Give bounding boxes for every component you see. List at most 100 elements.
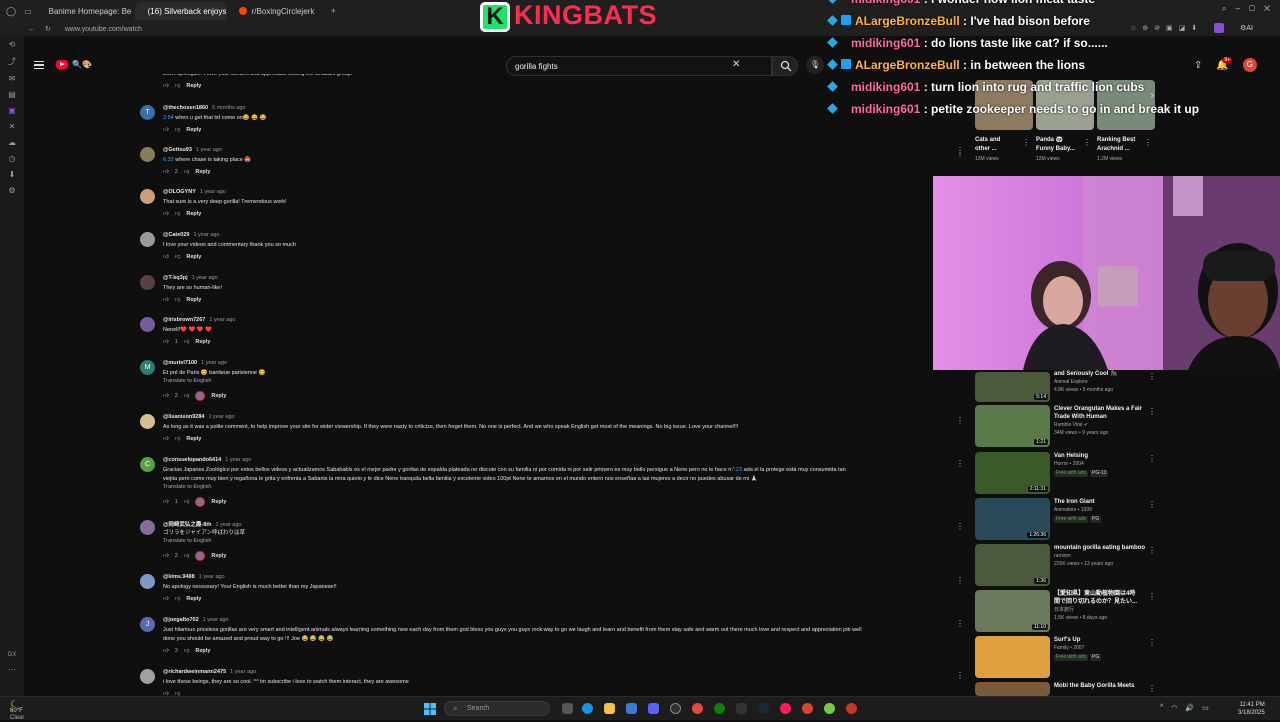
hamburger-menu-icon[interactable] [34,61,44,69]
like-icon[interactable]: 👍︎ [163,339,169,345]
avatar[interactable] [140,275,155,290]
app-icon[interactable] [802,703,813,714]
video-title-line2[interactable]: other ... [975,145,997,153]
search-button[interactable] [772,56,798,76]
reply-button[interactable]: Reply [195,169,210,175]
discord-icon[interactable] [648,703,659,714]
url-field[interactable]: www.youtube.com/watch [65,26,142,33]
reply-button[interactable]: Reply [186,83,201,89]
video-thumbnail[interactable]: 1:36 [975,544,1050,586]
app-icon[interactable] [846,703,857,714]
video-menu-icon[interactable]: ⋮ [1148,546,1156,555]
video-menu-icon[interactable]: ⋮ [1144,138,1152,147]
video-thumbnail[interactable] [975,636,1050,678]
reply-button[interactable]: Reply [186,211,201,217]
comment-author[interactable]: @岡崎武弘之趣-8th [163,522,211,528]
file-explorer-icon[interactable] [604,703,615,714]
new-tab-button[interactable]: + [331,6,336,16]
sidebar-history-icon[interactable]: ⟲ [9,40,16,49]
tab-banime[interactable]: Banime Homepage: Best ... [36,2,131,20]
reply-button[interactable]: Reply [211,499,226,505]
avatar[interactable] [140,669,155,684]
comment-time[interactable]: 1 year ago [193,232,219,238]
comment-author[interactable]: @lisanison9284 [163,414,204,420]
video-title[interactable]: Surf's Up [1054,636,1080,644]
sidebar-bookmarks-icon[interactable]: ⤴ [8,56,16,67]
reply-button[interactable]: Reply [186,596,201,602]
dislike-icon[interactable]: 👎︎ [175,254,181,260]
dislike-icon[interactable]: 👎︎ [184,393,190,399]
like-icon[interactable]: 👍︎ [163,499,169,505]
comment-author[interactable]: @muriel7100 [163,360,197,366]
video-menu-icon[interactable]: ⋮ [1148,372,1156,381]
video-menu-icon[interactable]: ⋮ [956,146,964,155]
dislike-icon[interactable]: 👎︎ [175,596,181,602]
avatar[interactable] [140,520,155,535]
video-title[interactable]: mountain gorilla eating bamboo [1054,544,1145,552]
comment-author[interactable]: @richardweinmann2475 [163,669,226,675]
start-button[interactable] [424,702,436,715]
video-title[interactable]: The Iron Giant [1054,498,1095,506]
video-menu-icon[interactable]: ⋮ [1148,592,1156,601]
opera-gx-icon[interactable] [780,703,791,714]
video-thumbnail[interactable]: 1:21 [975,405,1050,447]
video-menu-icon[interactable]: ⋮ [1148,638,1156,647]
edge-icon[interactable] [582,703,593,714]
channel-name[interactable]: 日本旅行 [1054,607,1074,614]
steam-icon[interactable] [758,703,769,714]
reply-button[interactable]: Reply [211,553,226,559]
avatar[interactable]: G [1242,58,1257,72]
reply-button[interactable]: Reply [186,254,201,260]
reply-button[interactable]: Reply [186,436,201,442]
tray-chevron-icon[interactable]: ^ [1160,704,1163,712]
dislike-icon[interactable]: 👎︎ [175,83,181,89]
translate-link[interactable]: Translate to English [163,538,211,544]
sidebar-clock-icon[interactable]: ◷ [9,154,16,163]
video-title-line2[interactable]: Funny Baby... [1036,145,1075,153]
comment-author[interactable]: @irisbrown7267 [163,317,205,323]
comment-time[interactable]: 1 year ago [209,317,235,323]
avatar[interactable] [140,189,155,204]
comment-menu-icon[interactable]: ⋮ [956,576,964,585]
comment-time[interactable]: 1 year ago [192,275,218,281]
comment-author[interactable]: @kims.9488 [163,574,195,580]
channel-name[interactable]: Animal Explore [1054,379,1088,386]
comment-time[interactable]: 1 year ago [200,189,226,195]
comment-time[interactable]: 5 months ago [212,105,245,111]
sidebar-messenger-icon[interactable]: ✉ [9,74,16,83]
video-menu-icon[interactable]: ⋮ [1148,454,1156,463]
like-icon[interactable]: 👍︎ [163,648,169,654]
comment-menu-icon[interactable]: ⋮ [956,522,964,531]
channel-name[interactable]: Rumble Viral ✔ [1054,422,1088,429]
tab-youtube[interactable]: (16) Silverback enjoys be... [134,2,227,20]
chrome-icon[interactable] [692,703,703,714]
logo-doodle-icon[interactable]: 🔍🎨 [72,60,92,69]
translate-link[interactable]: Translate to English [163,484,211,490]
wifi-icon[interactable]: ◠ [1171,704,1177,712]
channel-name[interactable]: Family • 2007 [1054,645,1084,652]
video-thumbnail[interactable]: 5:14 [975,372,1050,402]
like-icon[interactable]: 👍︎ [163,83,169,89]
tab-reddit[interactable]: r/BoxingCirclejerk [231,2,323,20]
video-title[interactable]: Mobi the Baby Gorilla Meets [1054,682,1134,690]
sidebar-more-icon[interactable]: ⋯ [8,665,16,674]
video-menu-icon[interactable]: ⋮ [1022,138,1030,147]
avatar[interactable] [140,232,155,247]
avatar[interactable] [140,574,155,589]
video-thumbnail[interactable]: 11:10 [975,590,1050,632]
dislike-icon[interactable]: 👎︎ [175,211,181,217]
like-icon[interactable]: 👍︎ [163,211,169,217]
video-menu-icon[interactable]: ⋮ [1083,138,1091,147]
video-title[interactable]: Van Helsing [1054,452,1088,460]
dislike-icon[interactable]: 👎︎ [175,297,181,303]
sidebar-notes-icon[interactable]: ▤ [8,90,16,99]
like-icon[interactable]: 👍︎ [163,297,169,303]
dislike-icon[interactable]: 👎︎ [184,339,190,345]
window-controls[interactable]: ⌕–▢✕ [1222,4,1279,14]
comment-time[interactable]: 1 year ago [203,617,229,623]
timestamp-link[interactable]: 6:32 [163,157,174,163]
comment-time[interactable]: 1 year ago [230,669,256,675]
store-icon[interactable] [626,703,637,714]
dislike-icon[interactable]: 👎︎ [175,436,181,442]
avatar[interactable] [140,147,155,162]
